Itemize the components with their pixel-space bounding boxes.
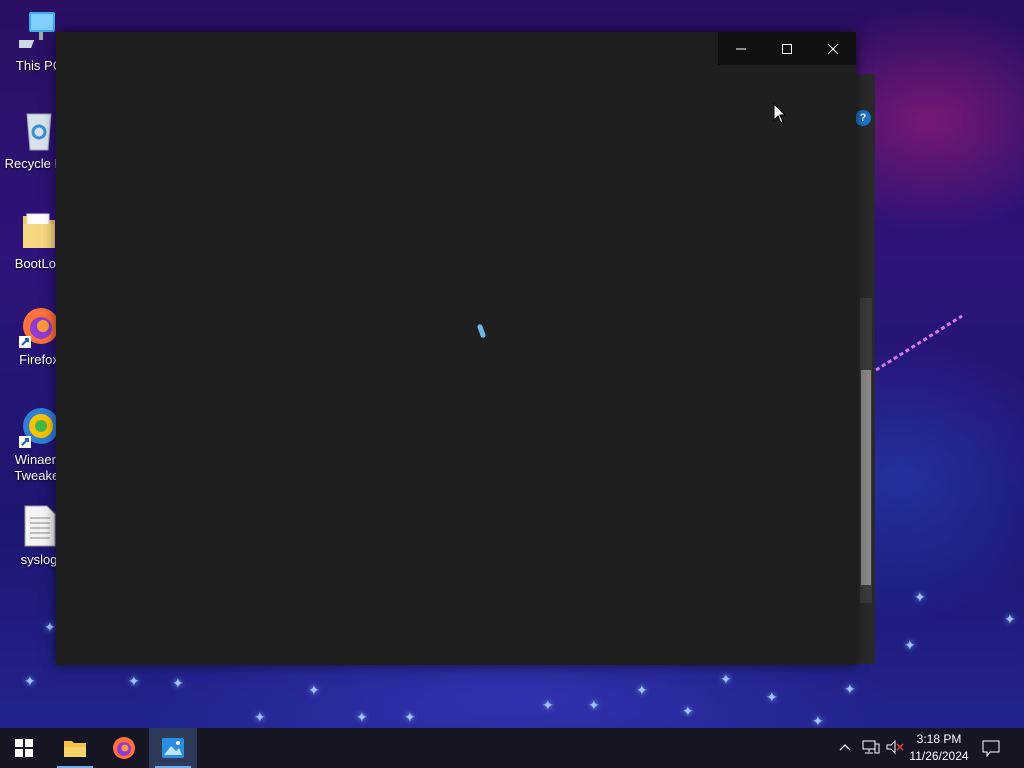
minimize-icon <box>736 48 746 49</box>
volume-button[interactable] <box>886 739 904 760</box>
star-decoration: ✦ <box>24 673 36 689</box>
star-decoration: ✦ <box>172 675 184 691</box>
minimize-button[interactable] <box>718 32 764 65</box>
star-decoration: ✦ <box>720 671 732 687</box>
show-hidden-icons-button[interactable] <box>838 740 852 759</box>
comet-decoration <box>875 314 963 372</box>
star-decoration: ✦ <box>844 681 856 697</box>
volume-muted-icon <box>886 739 904 755</box>
photos-icon <box>162 738 184 758</box>
taskbar-photos[interactable] <box>149 728 197 768</box>
star-decoration: ✦ <box>404 709 416 725</box>
maximize-icon <box>782 43 792 54</box>
close-button[interactable] <box>810 32 856 65</box>
firefox-icon <box>113 737 135 759</box>
star-decoration: ✦ <box>766 689 778 705</box>
star-decoration: ✦ <box>44 619 56 635</box>
star-decoration: ✦ <box>588 697 600 713</box>
start-button[interactable] <box>0 728 48 768</box>
star-decoration: ✦ <box>254 709 266 725</box>
star-decoration: ✦ <box>542 697 554 713</box>
clock-time[interactable]: 3:18 PM <box>906 732 972 746</box>
firefox-icon <box>19 304 59 348</box>
star-decoration: ✦ <box>308 682 320 698</box>
star-decoration: ✦ <box>904 637 916 653</box>
close-icon <box>827 43 839 54</box>
caption-buttons <box>718 32 856 65</box>
loading-spinner-icon <box>476 323 487 339</box>
winaero-tweaker-icon <box>19 404 59 448</box>
app-window[interactable] <box>56 32 856 665</box>
mouse-cursor-icon <box>773 103 787 124</box>
star-decoration: ✦ <box>1004 611 1016 627</box>
help-icon[interactable]: ? <box>855 110 871 126</box>
taskbar-firefox[interactable] <box>100 728 148 768</box>
folder-icon <box>64 741 86 757</box>
windows-logo-icon <box>15 739 33 757</box>
taskbar-file-explorer[interactable] <box>51 728 99 768</box>
taskbar: 3:18 PM 11/26/2024 <box>0 728 1024 768</box>
notification-icon <box>982 740 1000 758</box>
text-file-icon <box>19 504 59 548</box>
star-decoration: ✦ <box>682 703 694 719</box>
star-decoration: ✦ <box>914 589 926 605</box>
star-decoration: ✦ <box>128 673 140 689</box>
maximize-button[interactable] <box>764 32 810 65</box>
scrollbar-thumb[interactable] <box>861 370 871 585</box>
network-button[interactable] <box>862 739 880 760</box>
star-decoration: ✦ <box>636 682 648 698</box>
computer-icon <box>9 10 59 54</box>
action-center-button[interactable] <box>982 739 1000 762</box>
recycle-bin-icon <box>19 108 59 152</box>
star-decoration: ✦ <box>812 713 824 728</box>
network-icon <box>862 740 880 754</box>
desktop: ✦ ✦ ✦ ✦ ✦ ✦ ✦ ✦ ✦ ✦ ✦ ✦ ✦ ✦ ✦ ✦ ✦ ✦ ✦ Th… <box>0 0 1024 728</box>
star-decoration: ✦ <box>356 709 368 725</box>
clock-date[interactable]: 11/26/2024 <box>906 749 972 763</box>
chevron-up-icon <box>839 744 851 751</box>
folder-icon <box>19 208 59 252</box>
